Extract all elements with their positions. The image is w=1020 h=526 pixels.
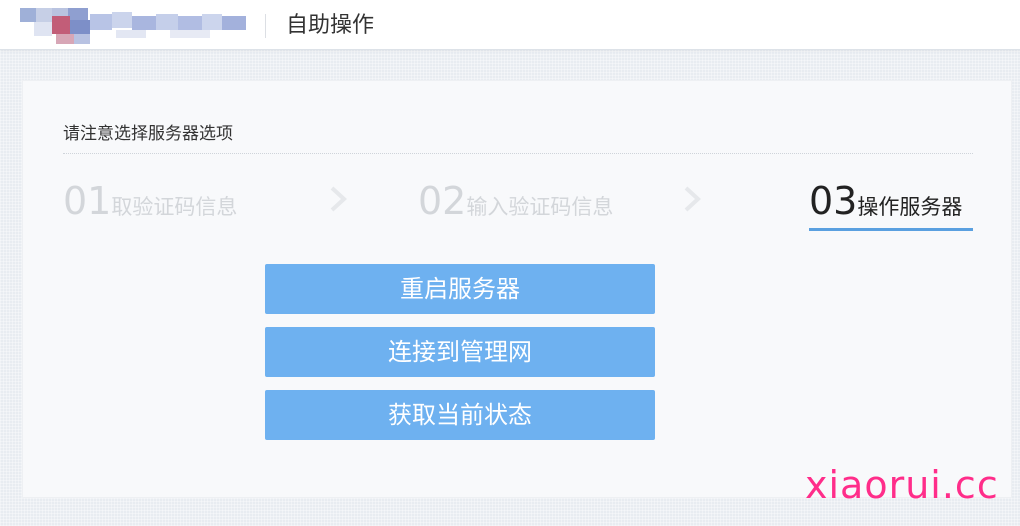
header-divider (265, 14, 266, 38)
step-label: 输入验证码信息 (466, 195, 614, 219)
step-operate-server: 03操作服务器 (809, 179, 962, 223)
step-label: 取验证码信息 (111, 195, 238, 219)
notice-divider (63, 153, 973, 154)
step-number: 02 (418, 179, 467, 223)
chevron-right-icon (330, 186, 347, 212)
step-label: 操作服务器 (857, 195, 963, 219)
top-header: 自助操作 (0, 0, 1020, 50)
connect-management-network-button[interactable]: 连接到管理网 (265, 327, 655, 377)
chevron-right-icon (684, 186, 701, 212)
main-panel: 请注意选择服务器选项 01取验证码信息 02输入验证码信息 03操作服务器 重启… (22, 80, 1012, 498)
step-number: 03 (809, 179, 858, 223)
step-enter-code: 02输入验证码信息 (418, 179, 613, 223)
get-current-status-button[interactable]: 获取当前状态 (265, 390, 655, 440)
notice-text: 请注意选择服务器选项 (63, 124, 233, 144)
page-title: 自助操作 (286, 13, 375, 38)
reboot-server-button[interactable]: 重启服务器 (265, 264, 655, 314)
logo[interactable] (20, 6, 250, 46)
step-get-code: 01取验证码信息 (63, 179, 237, 223)
active-step-indicator (809, 228, 973, 231)
step-number: 01 (63, 179, 112, 223)
watermark: xiaorui.cc (805, 463, 999, 507)
